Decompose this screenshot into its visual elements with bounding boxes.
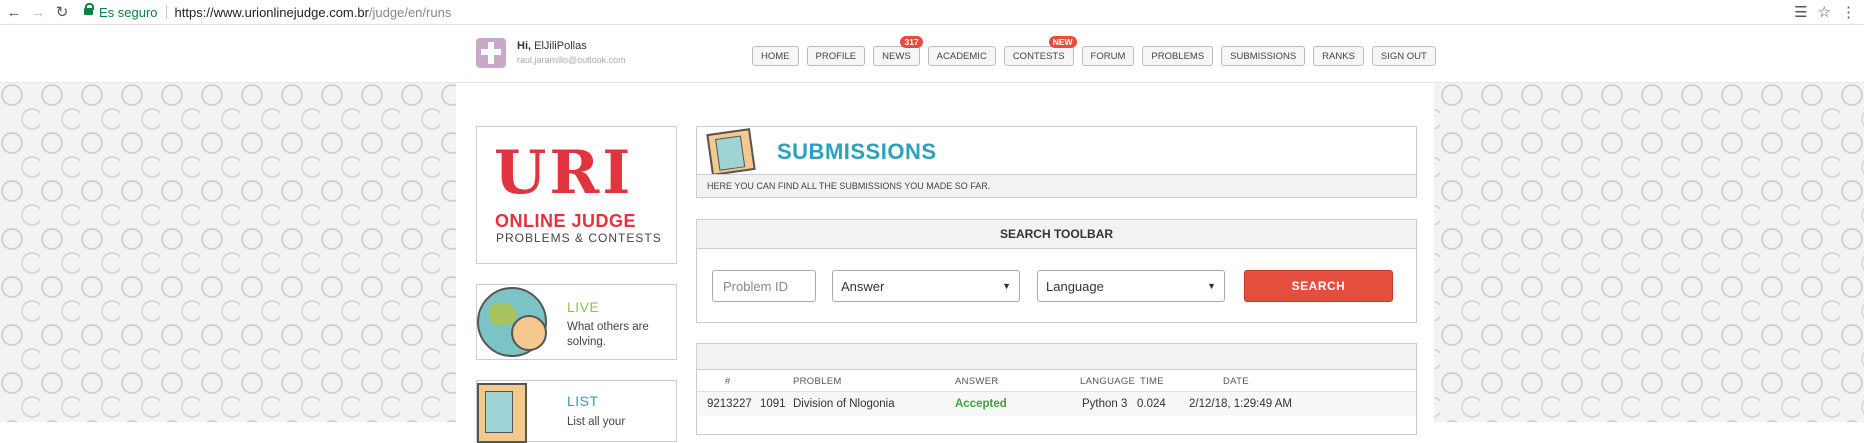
translate-icon[interactable]: ☰ (1794, 3, 1807, 21)
list-card[interactable]: LIST List all your (476, 380, 677, 443)
language-value: Python 3 (1082, 398, 1128, 410)
site-header: Hi, ElJiliPollas raul.jaramillo@outlook.… (0, 25, 1864, 83)
problem-name[interactable]: Division of Nlogonia (793, 398, 895, 410)
contests-new-badge: NEW (1048, 36, 1077, 48)
time-value: 0.024 (1137, 398, 1166, 410)
submissions-table: # PROBLEM ANSWER LANGUAGE TIME DATE 9213… (696, 343, 1417, 435)
lock-icon (84, 3, 94, 17)
greeting: Hi, ElJiliPollas (517, 40, 587, 52)
submissions-header: SUBMISSIONS HERE YOU CAN FIND ALL THE SU… (696, 126, 1417, 198)
nav-forum[interactable]: FORUM (1081, 46, 1135, 66)
reload-icon[interactable]: ↻ (52, 2, 72, 22)
date-value: 2/12/18, 1:29:49 AM (1189, 398, 1292, 410)
table-toolbar (697, 344, 1416, 370)
page-description: HERE YOU CAN FIND ALL THE SUBMISSIONS YO… (707, 181, 991, 191)
avatar[interactable] (476, 38, 506, 68)
list-title: LIST (567, 393, 599, 409)
live-description: What others are solving. (567, 321, 649, 348)
nav-profile-label: PROFILE (815, 50, 857, 62)
nav-sign-out-label: SIGN OUT (1380, 50, 1427, 62)
user-email: raul.jaramillo@outlook.com (517, 55, 626, 65)
url-host: https://www.urionlinejudge.com.br (174, 4, 369, 20)
news-count-badge: 317 (900, 36, 923, 48)
nav-ranks-label: RANKS (1322, 50, 1355, 62)
nav-contests-label: CONTESTS (1012, 50, 1065, 62)
search-toolbar-title: SEARCH TOOLBAR (697, 220, 1416, 249)
answer-select-value: Answer (841, 278, 885, 294)
table-row[interactable]: 9213227 1091 Division of Nlogonia Accept… (697, 391, 1416, 416)
answer-select[interactable]: Answer ▼ (832, 270, 1020, 302)
nav-problems[interactable]: PROBLEMS (1142, 46, 1214, 66)
nav-home[interactable]: HOME (752, 46, 799, 66)
top-nav: HOME PROFILE NEWS 317 ACADEMIC CONTESTS NE… (752, 36, 1436, 66)
column-header-time: TIME (1140, 376, 1164, 387)
nav-submissions-label: SUBMISSIONS (1230, 50, 1297, 62)
clock-icon (511, 315, 547, 351)
nav-contests[interactable]: CONTESTS NEW (1003, 36, 1077, 66)
logo-online-judge: ONLINE JUDGE (495, 211, 637, 231)
nav-submissions[interactable]: SUBMISSIONS (1221, 46, 1306, 66)
menu-icon[interactable]: ⋮ (1841, 3, 1856, 21)
logo-uri: URI (494, 138, 634, 208)
column-header-problem: PROBLEM (793, 376, 842, 387)
uri-logo-card[interactable]: URI ONLINE JUDGE PROBLEMS & CONTESTS (476, 126, 677, 264)
language-select[interactable]: Language ▼ (1037, 270, 1225, 302)
nav-forum-label: FORUM (1090, 50, 1126, 62)
username[interactable]: ElJiliPollas (534, 40, 587, 52)
column-header-id: # (725, 376, 731, 387)
column-header-answer: ANSWER (955, 376, 999, 387)
browser-actions: ☰ ☆ ⋮ (1794, 3, 1856, 21)
search-button[interactable]: SEARCH (1244, 270, 1393, 302)
description-bar: HERE YOU CAN FIND ALL THE SUBMISSIONS YO… (697, 174, 1416, 197)
submission-id[interactable]: 9213227 (707, 398, 752, 410)
chevron-down-icon: ▼ (1207, 281, 1216, 291)
chevron-down-icon: ▼ (1002, 281, 1011, 291)
live-card[interactable]: LIVE What others are solving. (476, 284, 677, 360)
address-bar[interactable]: Es seguro https://www.urionlinejudge.com… (84, 3, 452, 20)
search-toolbar: SEARCH TOOLBAR Answer ▼ Language ▼ SEARC… (696, 219, 1417, 323)
bookmark-star-icon[interactable]: ☆ (1818, 3, 1831, 21)
nav-news[interactable]: NEWS 317 (873, 36, 923, 66)
column-header-language: LANGUAGE (1080, 376, 1136, 387)
browser-toolbar: ← → ↻ Es seguro https://www.urionlinejud… (0, 0, 1864, 25)
problem-number[interactable]: 1091 (760, 398, 786, 410)
secure-label: Es seguro (99, 4, 158, 20)
nav-sign-out[interactable]: SIGN OUT (1371, 46, 1436, 66)
page-title: SUBMISSIONS (777, 139, 937, 164)
address-divider (165, 5, 167, 19)
column-header-date: DATE (1223, 376, 1249, 387)
nav-ranks[interactable]: RANKS (1313, 46, 1364, 66)
language-select-value: Language (1046, 278, 1104, 294)
problem-id-input[interactable] (721, 277, 807, 295)
back-icon[interactable]: ← (4, 2, 24, 22)
nav-news-label: NEWS (882, 50, 911, 62)
nav-academic-label: ACADEMIC (936, 50, 987, 62)
notebook-icon (477, 383, 527, 443)
logo-tagline: PROBLEMS & CONTESTS (496, 231, 662, 245)
greeting-prefix: Hi, (517, 40, 532, 52)
answer-status: Accepted (955, 398, 1007, 410)
problem-id-field[interactable] (712, 270, 816, 302)
live-title: LIVE (567, 299, 600, 315)
nav-profile[interactable]: PROFILE (806, 46, 866, 66)
nav-home-label: HOME (761, 50, 790, 62)
list-description: List all your (567, 416, 626, 428)
notebook-icon (706, 128, 756, 176)
forward-icon[interactable]: → (28, 2, 48, 22)
url-path: /judge/en/runs (368, 4, 452, 20)
nav-academic[interactable]: ACADEMIC (927, 46, 996, 66)
nav-problems-label: PROBLEMS (1151, 50, 1205, 62)
